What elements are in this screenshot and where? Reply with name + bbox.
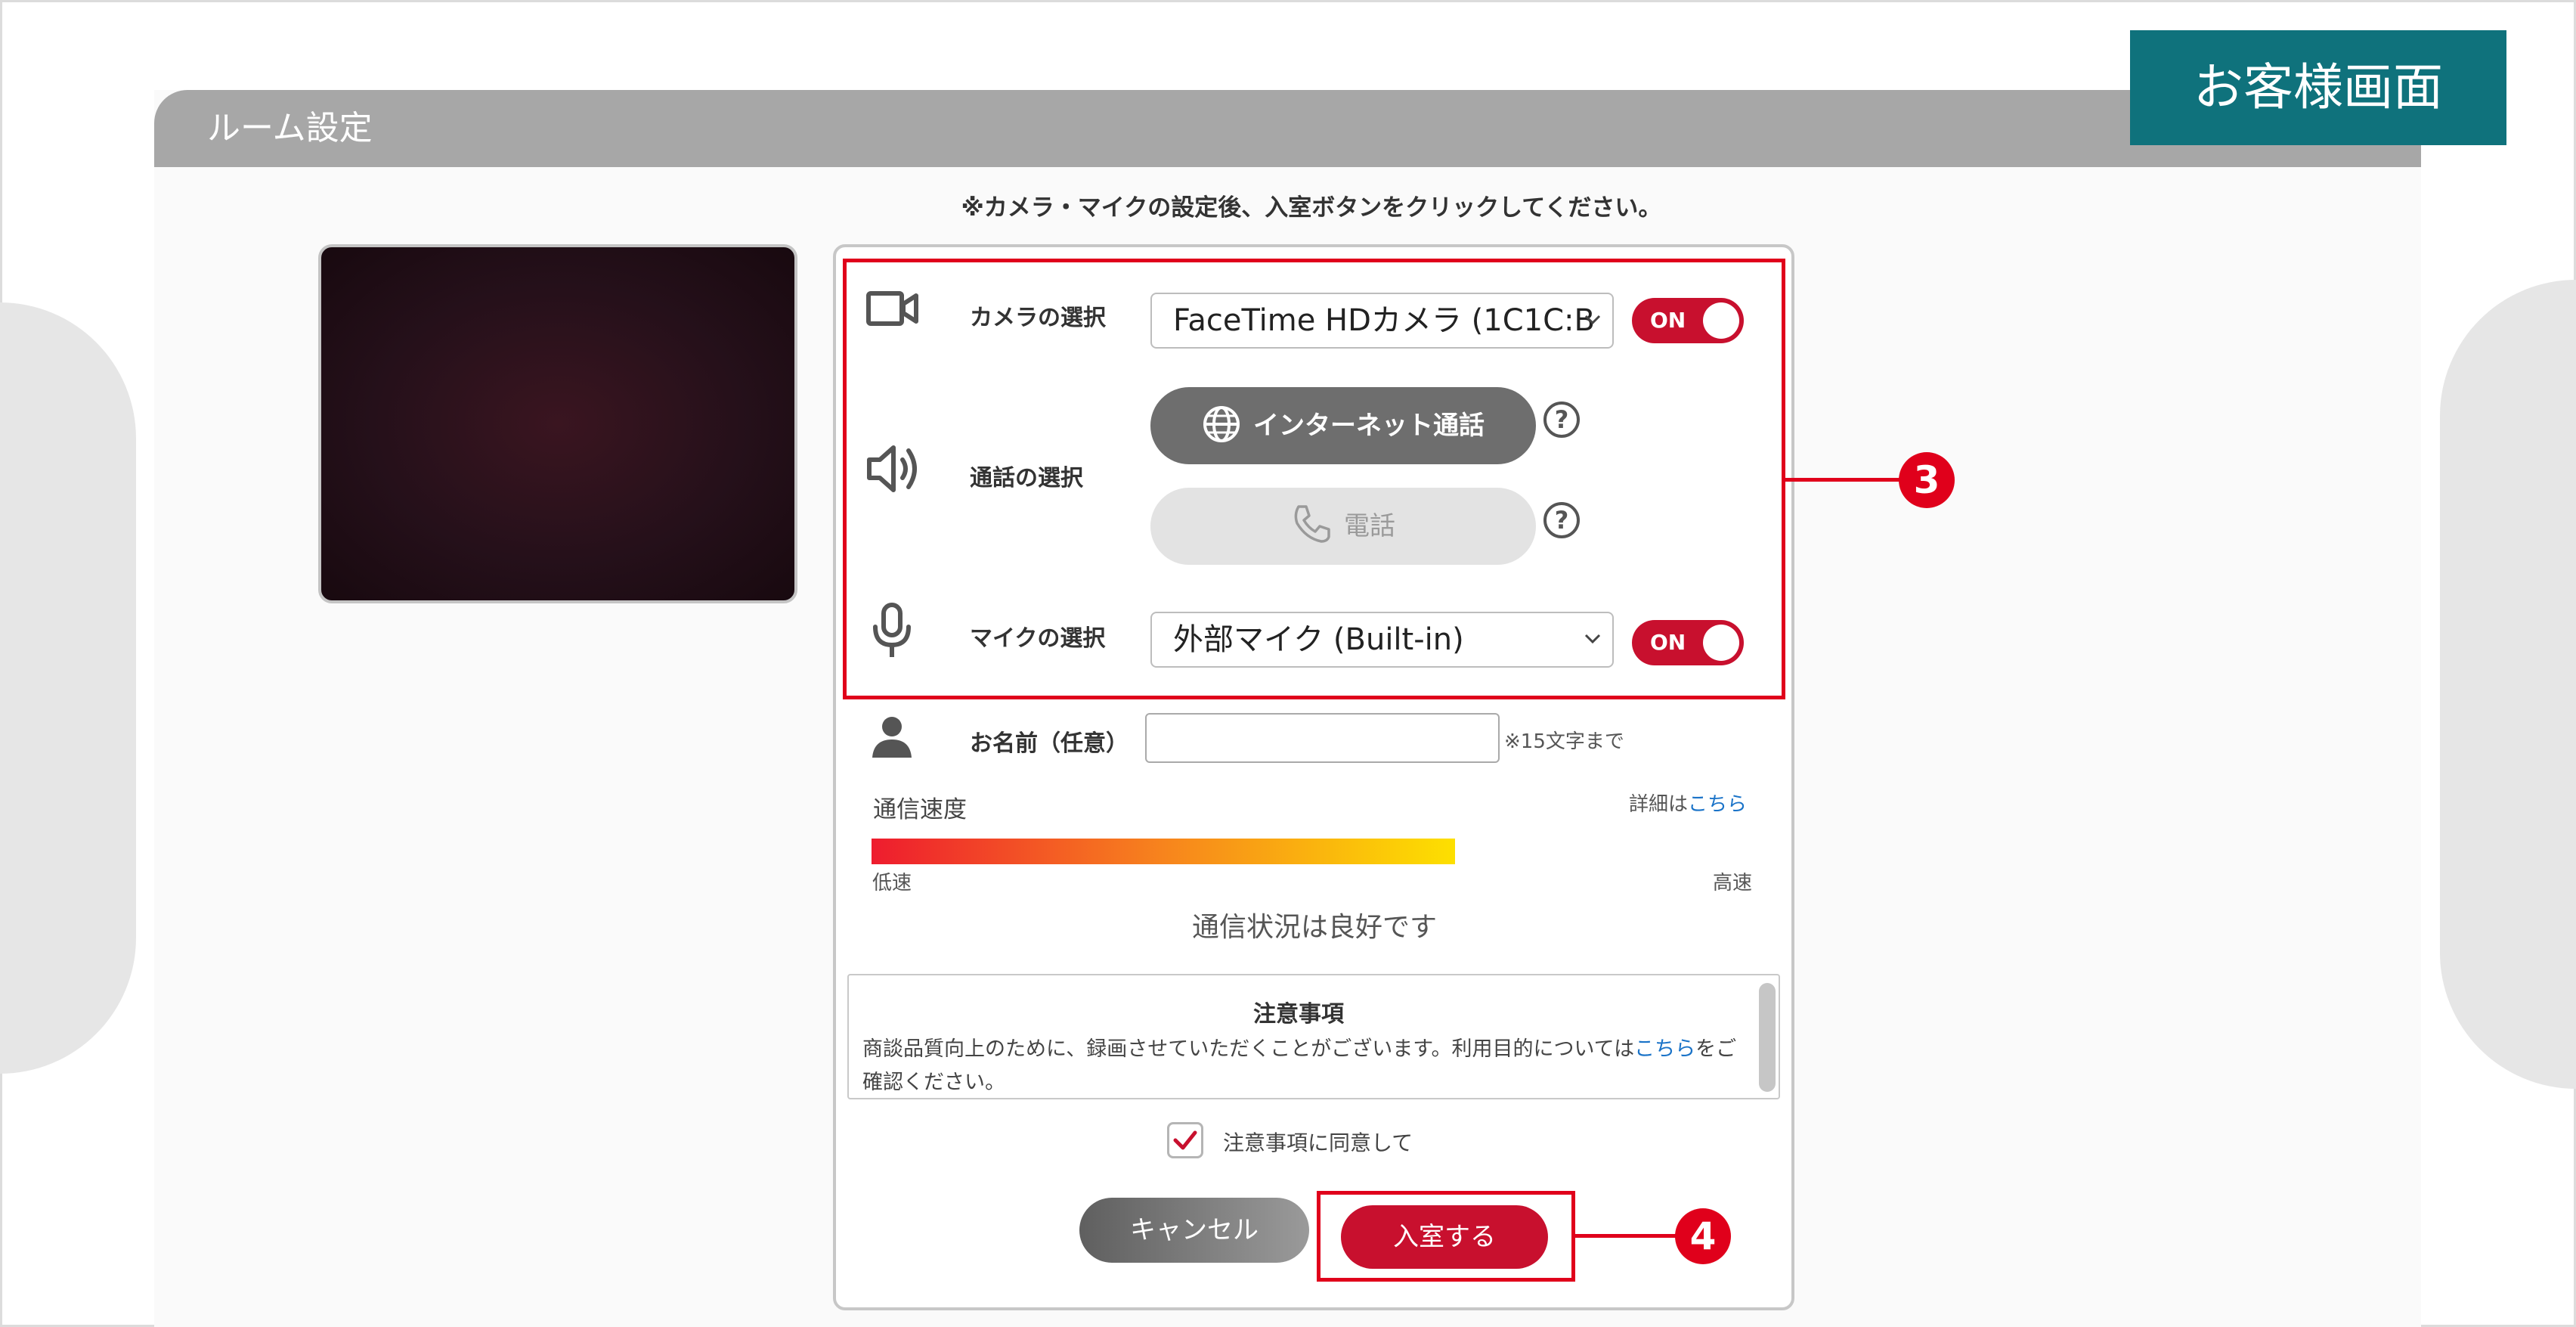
- agree-label: 注意事項に同意して: [1223, 1130, 1413, 1155]
- name-hint: ※15文字まで: [1504, 730, 1624, 753]
- speed-label: 通信速度: [873, 796, 967, 823]
- speed-details-link[interactable]: こちら: [1688, 793, 1747, 816]
- customer-screen-badge: お客様画面: [2130, 30, 2506, 145]
- cancel-button[interactable]: キャンセル: [1079, 1198, 1309, 1263]
- room-settings-header: ルーム設定: [154, 90, 2421, 167]
- left-deco-shape: [0, 302, 136, 1074]
- notice-box: 注意事項 商談品質向上のために、録画させていただくことがございます。利用目的につ…: [847, 974, 1780, 1099]
- annotation-line-step4: [1575, 1234, 1681, 1238]
- checkmark-icon: [1173, 1130, 1197, 1150]
- camera-preview: [318, 244, 797, 603]
- notice-body-text: 商談品質向上のために、録画させていただくことがございます。利用目的については: [862, 1037, 1635, 1061]
- agree-checkbox[interactable]: [1167, 1122, 1203, 1158]
- person-icon: [872, 717, 912, 758]
- notice-body: 商談品質向上のために、録画させていただくことがございます。利用目的についてはこち…: [862, 1033, 1739, 1099]
- speed-high-label: 高速: [1713, 872, 1753, 894]
- speed-low-label: 低速: [872, 872, 912, 894]
- speed-status: 通信状況は良好です: [1191, 912, 1437, 943]
- name-input[interactable]: [1145, 713, 1500, 763]
- cancel-button-label: キャンセル: [1130, 1215, 1259, 1245]
- speed-details-prefix: 詳細は: [1629, 793, 1689, 816]
- speed-details: 詳細はこちら: [1629, 789, 1747, 817]
- name-label: お名前（任意）: [970, 730, 1129, 757]
- annotation-number-step4: 4: [1675, 1208, 1731, 1264]
- notice-title: 注意事項: [1253, 1001, 1344, 1028]
- annotation-box-step3: [843, 259, 1785, 699]
- speed-meter-fill: [872, 839, 1455, 864]
- annotation-line-step3: [1785, 478, 1905, 482]
- annotation-box-step4: [1317, 1191, 1575, 1282]
- right-deco-shape: [2440, 280, 2576, 1089]
- instruction-text: ※カメラ・マイクの設定後、入室ボタンをクリックしてください。: [961, 194, 1662, 222]
- notice-scrollbar[interactable]: [1759, 983, 1776, 1092]
- annotation-number-step3: 3: [1899, 452, 1955, 508]
- notice-purpose-link[interactable]: こちら: [1634, 1037, 1695, 1061]
